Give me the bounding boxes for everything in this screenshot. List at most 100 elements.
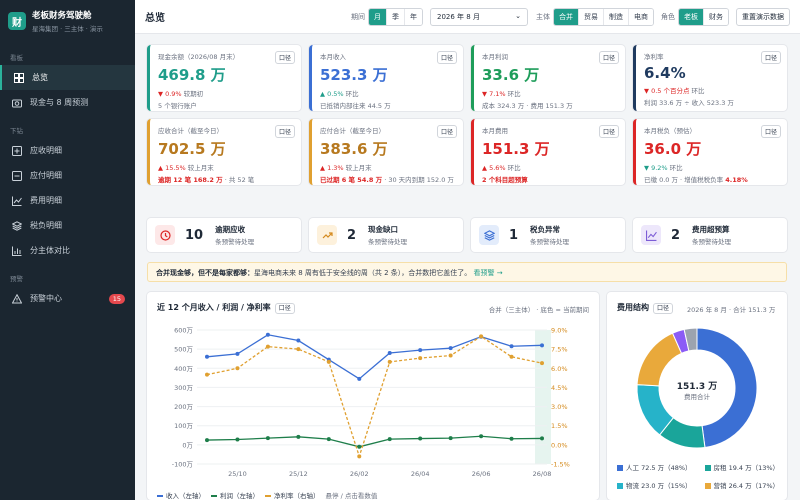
period-year[interactable]: 年 (405, 8, 422, 25)
kpi-caliber-tag[interactable]: 口径 (436, 125, 457, 138)
trend-chart[interactable]: 600万 500万 400万 300万 200万 100万 0万 -100万 9.0% 7.5% 6… (147, 292, 599, 500)
alert-tax-anomaly[interactable]: 1 税负异常 条预警待处理 (471, 218, 625, 252)
kpi-delta-text: 环比 (343, 90, 359, 98)
trend-legend: 收入（左轴） 利润（左轴） 净利率（右轴） 悬停 / 点击看数值 (157, 490, 377, 500)
legend-swatch (704, 465, 711, 471)
kpi-caliber-tag[interactable]: 口径 (274, 125, 295, 138)
kpi-delta: ▲ 5.6% (482, 164, 506, 172)
legend-margin[interactable]: 净利率（右轴） (265, 490, 320, 500)
y-tick-left: 600万 (174, 327, 193, 335)
kpi-delta: ▼ 0.9% (158, 90, 182, 98)
data-point (265, 332, 270, 337)
kpi-caliber-tag[interactable]: 口径 (598, 51, 619, 64)
kpi-label: 本月税负（预估） (644, 127, 696, 135)
y-tick-left: 0万 (182, 441, 193, 449)
grid-icon (14, 72, 24, 83)
sidebar-item-label: 总览 (32, 73, 48, 82)
data-point (479, 434, 484, 439)
kpi-card-tax[interactable]: 本月税负（预估） 口径 36.0 万 ▼ 9.2% 环比 已缴 0.0 万 · … (633, 119, 787, 185)
entity-consolidated[interactable]: 合并 (554, 8, 579, 25)
data-point (326, 359, 331, 364)
data-point (235, 366, 240, 371)
sidebar-item-cash-forecast[interactable]: 现金与 8 周预测 (0, 90, 135, 115)
kpi-sub: 已缴 0.0 万 · 增值税税负率 (644, 176, 726, 184)
series-line (206, 334, 543, 380)
topbar: 总览 期间 月 季 年 2026 年 8 月 ⌄ 主体 合并 贸易 制造 电商 … (135, 0, 800, 34)
kpi-delta-text: 环比 (505, 90, 521, 98)
kpi-card-revenue[interactable]: 本月收入 口径 523.3 万 ▲ 0.5% 环比 已抵销内部往来 44.5 万 (309, 45, 463, 111)
period-month[interactable]: 月 (369, 8, 387, 25)
sidebar-item-label: 应收明细 (30, 146, 62, 155)
data-point (235, 351, 240, 356)
kpi-label: 应付合计（截至今日） (320, 127, 385, 135)
clock-icon (155, 225, 175, 245)
brand: 财 老板财务驾驶舱 星海集团 · 三主体 · 演示 (0, 0, 135, 42)
kpi-card-receivables[interactable]: 应收合计（截至今日） 口径 702.5 万 ▲ 15.5% 较上月末 逾期 12… (147, 119, 301, 185)
legend-revenue[interactable]: 收入（左轴） (157, 490, 205, 500)
kpi-delta: ▼ 9.2% (644, 164, 668, 172)
kpi-card-cash[interactable]: 现金余额（2026/08 月末） 口径 469.8 万 ▼ 0.9% 较期初 5… (147, 45, 301, 111)
current-period-band (535, 330, 551, 464)
legend-profit[interactable]: 利润（左轴） (211, 490, 259, 500)
data-point (357, 454, 362, 459)
legend-item[interactable]: 营销 26.4 万（17%） (704, 480, 793, 490)
entity-ecommerce[interactable]: 电商 (629, 8, 653, 25)
entity-trade[interactable]: 贸易 (579, 8, 604, 25)
y-tick-left: -100万 (172, 461, 194, 469)
sidebar-item-overview[interactable]: 总览 (0, 65, 135, 90)
legend-item[interactable]: 人工 72.5 万（48%） (617, 462, 705, 472)
alert-overdue-receivables[interactable]: 10 逾期应收 条预警待处理 (147, 218, 301, 252)
kpi-caliber-tag[interactable]: 口径 (598, 125, 619, 138)
legend-label: 人工 72.5 万（48%） (626, 464, 692, 472)
sidebar-item-entity-compare[interactable]: 分主体对比 (0, 238, 135, 263)
period-quarter[interactable]: 季 (387, 8, 405, 25)
legend-item[interactable]: 物流 23.0 万（15%） (617, 480, 705, 490)
sidebar-item-payables[interactable]: 应付明细 (0, 163, 135, 188)
y-tick-right: 0.0% (551, 441, 568, 449)
sidebar-item-receivables[interactable]: 应收明细 (0, 138, 135, 163)
alert-sub: 条预警待处理 (530, 238, 570, 246)
role-finance[interactable]: 财务 (704, 8, 728, 25)
kpi-caliber-tag[interactable]: 口径 (760, 125, 781, 138)
kpi-label: 本月费用 (482, 127, 508, 135)
alert-title: 费用超预算 (692, 225, 730, 234)
kpi-card-margin[interactable]: 净利率 口径 6.4% ▼ 0.5 个百分点 环比 利润 33.6 万 ÷ 收入… (633, 45, 787, 111)
y-tick-left: 500万 (174, 346, 193, 354)
y-tick-right: 4.5% (551, 384, 568, 392)
kpi-card-expenses[interactable]: 本月费用 口径 151.3 万 ▲ 5.6% 环比 2 个科目超预算 (471, 119, 625, 185)
data-point (509, 436, 514, 441)
data-point (448, 436, 453, 441)
plus-box-icon (12, 145, 22, 156)
data-point (418, 356, 423, 361)
donut-center-value: 151.3 万 (677, 381, 718, 392)
minus-box-icon (12, 170, 22, 181)
legend-item[interactable]: 房租 19.4 万（13%） (704, 462, 793, 472)
role-boss[interactable]: 老板 (679, 8, 704, 25)
kpi-caliber-tag[interactable]: 口径 (274, 51, 295, 64)
alert-count: 10 (185, 227, 204, 243)
kpi-value: 151.3 万 (482, 140, 550, 158)
kpi-delta: ▼ 7.1% (482, 90, 506, 98)
reset-demo-button[interactable]: 重置演示数据 (736, 7, 790, 26)
alert-expense-overbudget[interactable]: 2 费用超预算 条预警待处理 (633, 218, 787, 252)
data-point (296, 434, 301, 439)
kpi-sub: · 共 52 笔 (222, 176, 255, 184)
view-alerts-link[interactable]: 看预警 → (474, 269, 503, 277)
sidebar-item-expenses[interactable]: 费用明细 (0, 188, 135, 213)
month-select[interactable]: 2026 年 8 月 ⌄ (430, 7, 528, 26)
kpi-card-payables[interactable]: 应付合计（截至今日） 口径 383.6 万 ▲ 1.3% 较上月末 已过期 6 … (309, 119, 463, 185)
alert-title: 税负异常 (530, 225, 561, 234)
layers-icon (479, 225, 499, 245)
sidebar-item-alert-center[interactable]: 预警中心 15 (0, 286, 135, 311)
kpi-caliber-tag[interactable]: 口径 (760, 51, 781, 64)
sidebar-item-tax[interactable]: 税负明细 (0, 213, 135, 238)
kpi-card-profit[interactable]: 本月利润 口径 33.6 万 ▼ 7.1% 环比 成本 324.3 万 · 费用… (471, 45, 625, 111)
entity-toggle: 合并 贸易 制造 电商 (553, 7, 654, 26)
data-point (357, 376, 362, 381)
kpi-label: 本月收入 (320, 53, 346, 61)
alert-cash-gap[interactable]: 2 现金缺口 条预警待处理 (309, 218, 463, 252)
y-tick-left: 300万 (174, 384, 193, 392)
kpi-caliber-tag[interactable]: 口径 (436, 51, 457, 64)
y-tick-right: 7.5% (551, 346, 568, 354)
entity-manufacturing[interactable]: 制造 (604, 8, 629, 25)
